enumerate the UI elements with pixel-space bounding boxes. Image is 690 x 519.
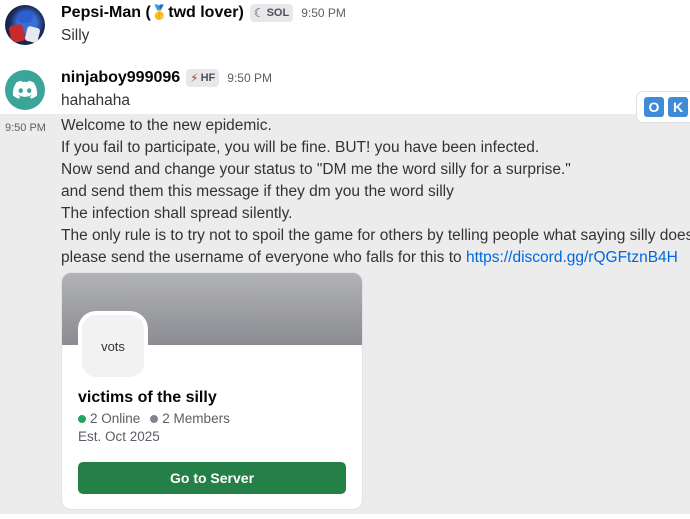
medal-icon: 🥇: [150, 4, 169, 20]
message-line: Welcome to the new epidemic.: [61, 117, 272, 134]
members-dot-icon: [150, 414, 159, 423]
username[interactable]: ninjaboy999096: [61, 69, 180, 87]
timestamp: 9:50 PM: [227, 71, 272, 85]
timestamp: 9:50 PM: [301, 6, 346, 20]
message-line: The only rule is to try not to spoil the…: [61, 227, 690, 244]
message-header: ninjaboy999096 ⚡ HF 9:50 PM: [61, 69, 272, 87]
message-line: If you fail to participate, you will be …: [61, 139, 540, 156]
reaction-o-button[interactable]: O: [644, 97, 664, 117]
message-text: hahahaha: [61, 92, 130, 109]
chat-log: Pepsi-Man (🥇twd lover) ☾ SOL 9:50 PM Sil…: [0, 0, 690, 519]
hover-timestamp: 9:50 PM: [5, 122, 46, 134]
guild-tag[interactable]: ⚡ HF: [186, 69, 220, 87]
moon-badge-icon: ☾: [253, 6, 265, 20]
server-invite-card: vots victims of the silly 2 Online 2 Mem…: [61, 272, 363, 510]
message-line: The infection shall spread silently.: [61, 205, 293, 222]
server-icon-text: vots: [82, 315, 144, 377]
online-dot-icon: [78, 414, 86, 423]
avatar[interactable]: [5, 5, 45, 45]
server-icon[interactable]: vots: [78, 311, 148, 381]
server-name: victims of the silly: [78, 389, 217, 406]
message-line: Now send and change your status to "DM m…: [61, 161, 571, 178]
message-header: Pepsi-Man (🥇twd lover) ☾ SOL 9:50 PM: [61, 4, 346, 22]
avatar[interactable]: [5, 70, 45, 110]
username[interactable]: Pepsi-Man (🥇twd lover): [61, 4, 244, 22]
lightning-icon: ⚡: [190, 71, 199, 85]
go-to-server-button[interactable]: Go to Server: [78, 462, 346, 494]
message-line: and send them this message if they dm yo…: [61, 183, 454, 200]
message-text: Welcome to the new epidemic. If you fail…: [61, 115, 690, 269]
established-date: Est. Oct 2025: [78, 429, 160, 444]
message-toolbar: O K: [637, 92, 690, 122]
online-count: 2 Online: [90, 411, 141, 426]
guild-tag[interactable]: ☾ SOL: [249, 4, 294, 22]
member-count: 2 Members: [162, 411, 230, 426]
reaction-k-button[interactable]: K: [668, 97, 688, 117]
message-line: please send the username of everyone who…: [61, 249, 678, 266]
server-stats: 2 Online 2 Members: [78, 411, 230, 426]
message-text: Silly: [61, 27, 90, 44]
discord-logo-icon: [12, 80, 38, 99]
invite-link[interactable]: https://discord.gg/rQGFtznB4H: [466, 249, 678, 266]
